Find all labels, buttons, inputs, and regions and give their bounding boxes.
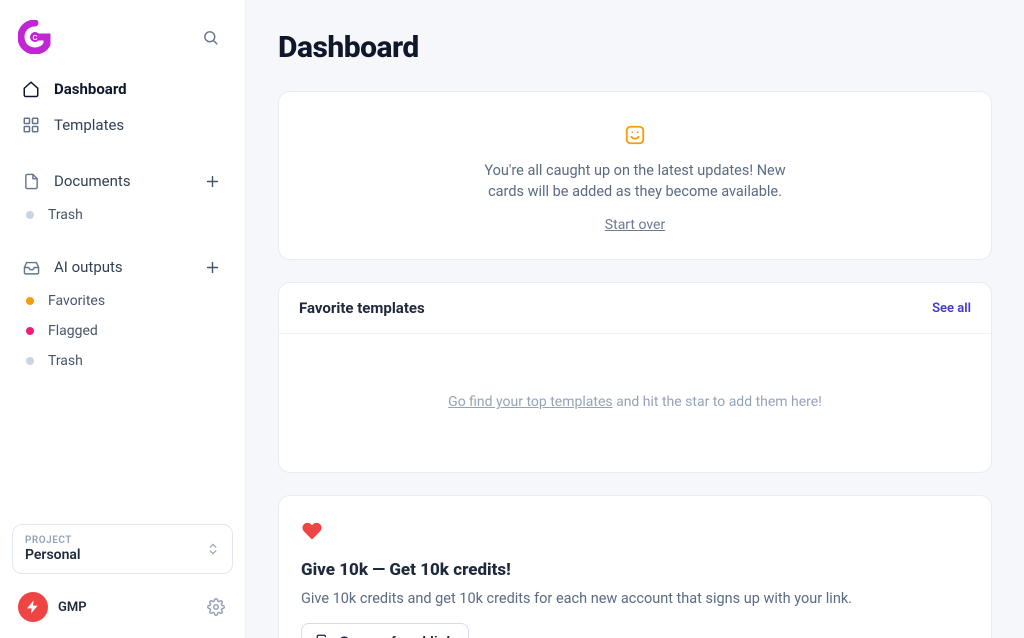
project-selector[interactable]: PROJECT Personal [12, 524, 233, 574]
referral-text: Give 10k credits and get 10k credits for… [301, 590, 969, 607]
project-value: Personal [25, 547, 81, 563]
selector-icon [206, 540, 220, 558]
search-icon [202, 29, 219, 46]
svg-text:C: C [32, 35, 37, 42]
outputs-favorites[interactable]: Favorites [12, 286, 233, 316]
add-document-button[interactable] [201, 170, 223, 192]
search-button[interactable] [195, 22, 225, 52]
documents-trash[interactable]: Trash [12, 200, 233, 230]
outputs-favorites-label: Favorites [48, 293, 105, 309]
add-output-button[interactable] [201, 256, 223, 278]
section-documents[interactable]: Documents [12, 162, 233, 200]
favorites-empty-link[interactable]: Go find your top templates [448, 394, 612, 410]
nav-dashboard[interactable]: Dashboard [12, 72, 233, 106]
referral-card: Give 10k — Get 10k credits! Give 10k cre… [278, 495, 992, 638]
inbox-icon [22, 258, 40, 276]
app-logo[interactable]: C [18, 20, 52, 54]
see-all-link[interactable]: See all [932, 301, 971, 316]
settings-button[interactable] [205, 596, 227, 618]
copy-icon [316, 634, 331, 638]
outputs-flagged[interactable]: Flagged [12, 316, 233, 346]
outputs-flagged-label: Flagged [48, 323, 98, 339]
file-icon [22, 172, 40, 190]
dot-icon [26, 327, 34, 335]
bolt-icon [25, 599, 41, 615]
documents-trash-label: Trash [48, 207, 83, 223]
home-icon [22, 80, 40, 98]
nav-dashboard-label: Dashboard [54, 80, 127, 98]
sidebar: C Dashboard Templates Documents Tr [0, 0, 246, 638]
copy-referral-button[interactable]: Copy referral link [301, 623, 469, 638]
smile-icon [624, 124, 646, 146]
dot-icon [26, 211, 34, 219]
favorites-card: Favorite templates See all Go find your … [278, 282, 992, 473]
gear-icon [207, 598, 225, 616]
outputs-trash[interactable]: Trash [12, 346, 233, 376]
user-row: GMP [12, 588, 233, 626]
section-documents-label: Documents [54, 172, 131, 190]
favorites-empty: Go find your top templates and hit the s… [279, 334, 991, 472]
plus-icon [204, 173, 221, 190]
page-title: Dashboard [278, 30, 992, 65]
favorites-empty-rest: and hit the star to add them here! [613, 394, 822, 410]
project-label: PROJECT [25, 535, 81, 546]
nav-templates[interactable]: Templates [12, 108, 233, 142]
user-avatar[interactable] [18, 592, 48, 622]
start-over-link[interactable]: Start over [605, 217, 665, 233]
user-name: GMP [58, 600, 87, 615]
section-ai-outputs-label: AI outputs [54, 258, 123, 276]
updates-card: You're all caught up on the latest updat… [278, 91, 992, 260]
heart-icon [301, 520, 323, 542]
dot-icon [26, 357, 34, 365]
section-ai-outputs[interactable]: AI outputs [12, 248, 233, 286]
main-content: Dashboard You're all caught up on the la… [246, 0, 1024, 638]
favorites-title: Favorite templates [299, 299, 425, 317]
dot-icon [26, 297, 34, 305]
grid-icon [22, 116, 40, 134]
plus-icon [204, 259, 221, 276]
copy-referral-label: Copy referral link [339, 633, 454, 638]
nav-templates-label: Templates [54, 116, 124, 134]
referral-title: Give 10k — Get 10k credits! [301, 560, 969, 580]
outputs-trash-label: Trash [48, 353, 83, 369]
updates-text: You're all caught up on the latest updat… [475, 160, 795, 202]
